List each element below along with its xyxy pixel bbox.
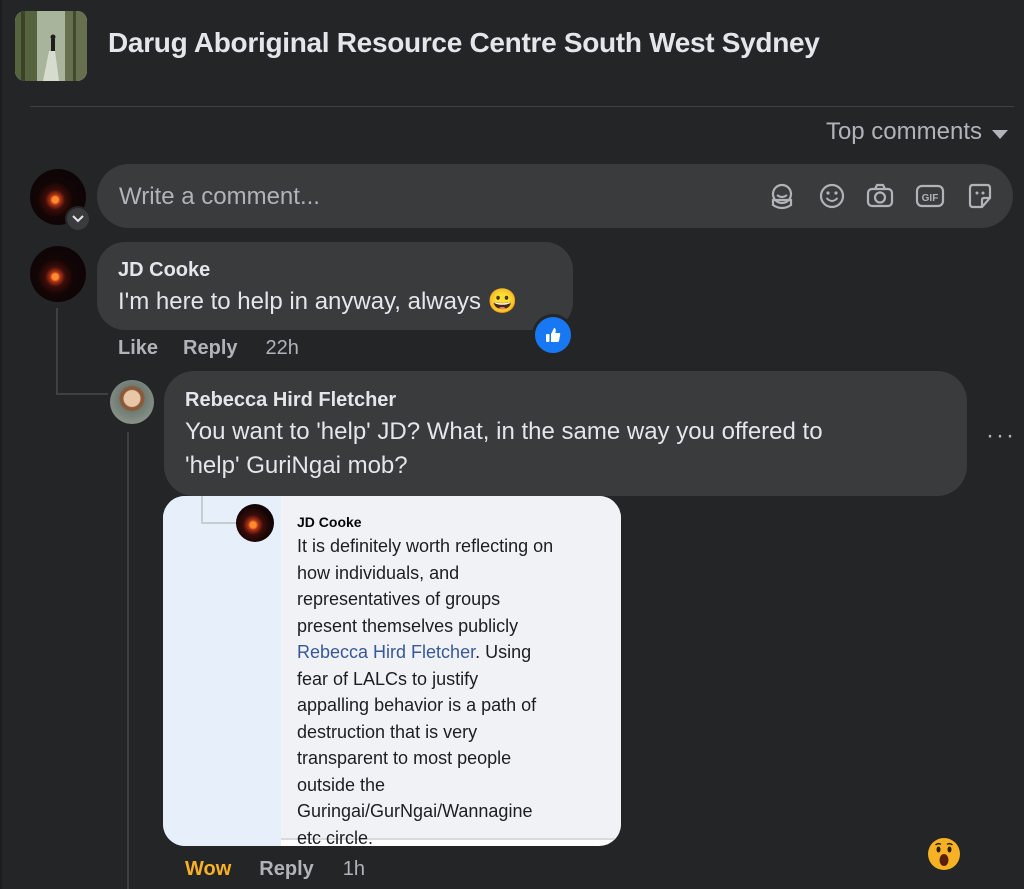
comment-composer[interactable]: GIF: [97, 164, 1013, 228]
comment-bubble: JD Cooke I'm here to help in anyway, alw…: [97, 242, 573, 330]
screenshot-line: destruction that is very: [297, 721, 478, 742]
emoji-icon[interactable]: [817, 181, 847, 211]
avatar-sticker-icon[interactable]: [767, 181, 797, 211]
reply-thread-connector: [56, 393, 108, 395]
screenshot-line: representatives of groups: [297, 589, 501, 609]
forest-path-image: [15, 11, 87, 81]
screenshot-line: appalling behavior is a path of: [297, 695, 537, 715]
sort-label: Top comments: [825, 118, 982, 145]
reply-thread-line: [56, 308, 58, 394]
comment-author[interactable]: JD Cooke: [118, 259, 210, 282]
comment-text-line-1: You want to 'help' JD? What, in the same…: [185, 418, 823, 445]
rebecca-hird-fletcher-avatar[interactable]: [110, 380, 154, 424]
more-options-icon[interactable]: ···: [986, 422, 1016, 450]
gif-icon[interactable]: GIF: [915, 181, 945, 211]
screenshot-line-tail: . Using: [475, 642, 532, 662]
screenshot-avatar: [236, 504, 274, 542]
group-cover-thumbnail[interactable]: [15, 11, 87, 81]
screenshot-line: transparent to most people: [297, 748, 512, 768]
screenshot-thread-connector: [201, 522, 237, 524]
reply-button[interactable]: Reply: [259, 858, 313, 881]
screenshot-left-panel: [163, 496, 281, 846]
comment-timestamp[interactable]: 22h: [266, 337, 299, 360]
camera-icon[interactable]: [865, 181, 895, 211]
header-divider: [30, 106, 1014, 107]
comment-actions: Like Reply 22h: [118, 337, 299, 360]
screenshot-mention: Rebecca Hird Fletcher: [297, 642, 476, 662]
comment-text-line-2: 'help' GuriNgai mob?: [185, 452, 408, 479]
comment-text-wrap: I'm here to help in anyway, always 😀: [118, 285, 518, 319]
screenshot-line: fear of LALCs to justify: [297, 668, 479, 689]
comment-timestamp[interactable]: 1h: [343, 858, 365, 881]
comment-text: I'm here to help in anyway, always: [118, 288, 481, 315]
screenshot-author: JD Cooke: [297, 514, 362, 530]
reply-button[interactable]: Reply: [183, 337, 237, 360]
grinning-emoji: 😀: [487, 288, 518, 315]
sticker-icon[interactable]: [965, 181, 995, 211]
screenshot-line: present themselves publicly: [297, 615, 519, 636]
account-switcher-chevron-icon[interactable]: [65, 206, 91, 232]
screenshot-line: etc circle.: [297, 827, 374, 847]
comment-author[interactable]: Rebecca Hird Fletcher: [185, 389, 396, 412]
wow-icon[interactable]: [926, 836, 962, 872]
caret-down-icon: [992, 129, 1008, 139]
screenshot-line: outside the: [297, 774, 386, 795]
jd-cooke-avatar[interactable]: [30, 246, 86, 302]
attached-screenshot-image[interactable]: JD Cooke It is definitely worth reflecti…: [163, 496, 621, 846]
comment-input[interactable]: [117, 178, 721, 216]
screenshot-text: It is definitely worth reflecting on how…: [297, 533, 607, 846]
screenshot-line: Guringai/GurNgai/Wannagine: [297, 801, 533, 821]
nested-thread-line: [127, 432, 129, 889]
screenshot-line: Rebecca Hird Fletcher. Using: [297, 639, 607, 666]
svg-text:GIF: GIF: [922, 193, 939, 204]
sort-comments-dropdown[interactable]: Top comments: [826, 118, 1008, 146]
group-name[interactable]: Darug Aboriginal Resource Centre South W…: [108, 27, 820, 59]
comment-actions: Wow Reply 1h: [185, 858, 365, 881]
wow-button[interactable]: Wow: [185, 858, 231, 881]
like-icon[interactable]: [532, 314, 574, 356]
screenshot-line: how individuals, and: [297, 562, 460, 583]
like-button[interactable]: Like: [118, 337, 158, 360]
screenshot-thread-line: [201, 496, 203, 524]
screenshot-line: It is definitely worth reflecting on: [297, 536, 554, 556]
comment-bubble: Rebecca Hird Fletcher You want to 'help'…: [164, 371, 967, 496]
left-edge: [0, 0, 2, 889]
